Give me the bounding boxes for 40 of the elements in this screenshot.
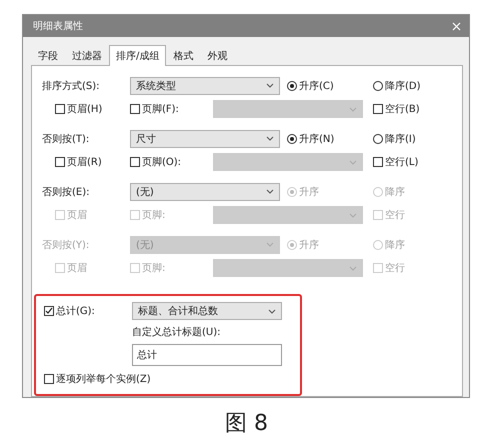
chevron-icon bbox=[349, 266, 357, 270]
chevron-icon bbox=[268, 308, 276, 314]
field-label: 否则按(Y): bbox=[42, 238, 90, 252]
checkbox[interactable]: 页脚(F): bbox=[130, 102, 179, 116]
tab[interactable]: 排序/成组 bbox=[109, 45, 166, 66]
dropdown[interactable]: 标题、合计和总数 bbox=[132, 302, 282, 320]
dropdown[interactable]: 系统类型 bbox=[130, 76, 280, 94]
check-icon bbox=[45, 307, 53, 315]
input-field[interactable]: 总计 bbox=[132, 344, 282, 366]
checkbox[interactable]: 逐项列举每个实例(Z) bbox=[44, 372, 151, 386]
radio-button[interactable]: 降序(I) bbox=[373, 132, 416, 146]
tab[interactable]: 格式 bbox=[166, 45, 200, 66]
dropdown[interactable]: 尺寸 bbox=[130, 130, 280, 148]
field-label: 排序方式(S): bbox=[42, 80, 100, 92]
field-label: 自定义总计标题(U): bbox=[132, 326, 220, 339]
window-title: 明细表属性 bbox=[33, 20, 83, 33]
field-label: 否则按(T): bbox=[42, 132, 90, 146]
figure-caption: 图 8 bbox=[225, 410, 268, 437]
checkbox[interactable]: 页眉(H) bbox=[55, 102, 102, 116]
chevron-icon bbox=[266, 189, 274, 194]
close-icon[interactable] bbox=[452, 22, 461, 30]
tab[interactable]: 字段 bbox=[31, 45, 65, 66]
checkbox[interactable]: 页眉(R) bbox=[55, 155, 102, 169]
checkbox[interactable]: 空行(L) bbox=[373, 155, 418, 169]
dropdown[interactable]: (无) bbox=[130, 182, 280, 200]
chevron-icon bbox=[266, 83, 274, 88]
checkbox[interactable]: 总计(G): bbox=[44, 304, 95, 318]
tab[interactable]: 过滤器 bbox=[65, 45, 109, 66]
radio-button[interactable]: 升序(N) bbox=[287, 132, 334, 146]
checkbox[interactable]: 空行(B) bbox=[373, 102, 420, 116]
chevron-icon bbox=[349, 212, 357, 218]
radio-button[interactable]: 降序(D) bbox=[373, 78, 421, 92]
field-label: 否则按(E): bbox=[42, 186, 90, 198]
chevron-icon bbox=[266, 242, 274, 247]
radio-button[interactable]: 升序(C) bbox=[287, 78, 334, 92]
tab[interactable]: 外观 bbox=[200, 45, 234, 66]
chevron-icon bbox=[266, 136, 274, 141]
chevron-icon bbox=[349, 160, 357, 164]
checkbox[interactable]: 页脚(O): bbox=[130, 155, 182, 169]
chevron-icon bbox=[349, 106, 357, 112]
